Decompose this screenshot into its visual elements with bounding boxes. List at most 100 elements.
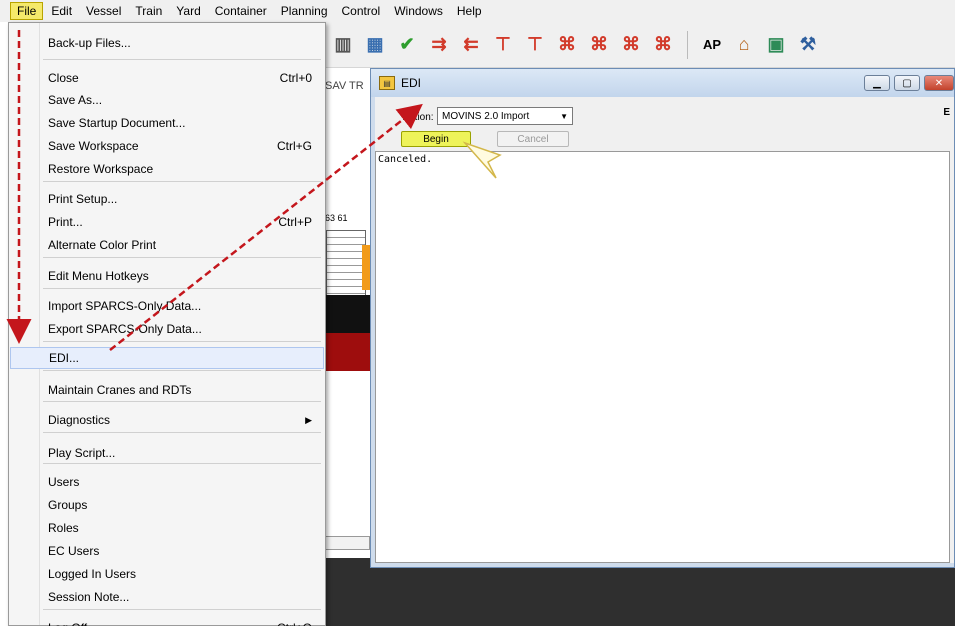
- menu-item-label: Close: [48, 71, 79, 85]
- crane-icon[interactable]: ⌘: [555, 33, 579, 57]
- menu-item-edi[interactable]: EDI...: [10, 347, 324, 369]
- menu-separator: [43, 463, 321, 464]
- menu-item-label: Maintain Cranes and RDTs: [48, 383, 192, 397]
- menu-yard[interactable]: Yard: [170, 3, 206, 19]
- table-icon[interactable]: ▦: [363, 33, 387, 57]
- menu-item-label: Restore Workspace: [48, 162, 154, 176]
- edi-body: Action: MOVINS 2.0 Import ▼ Begin Cancel…: [375, 97, 954, 563]
- action-select[interactable]: MOVINS 2.0 Import ▼: [437, 107, 573, 125]
- submenu-arrow-icon: ▶: [305, 414, 312, 425]
- menu-separator: [43, 257, 321, 258]
- menu-file[interactable]: File: [10, 2, 44, 20]
- menu-planning[interactable]: Planning: [275, 3, 334, 19]
- menu-item-shortcut: Ctrl+G: [276, 139, 312, 153]
- menu-separator: [43, 401, 321, 402]
- menu-item-save-workspace[interactable]: Save Workspace Ctrl+G: [10, 135, 324, 157]
- menu-separator: [43, 59, 321, 60]
- menu-separator: [43, 181, 321, 182]
- menu-item-maintain-cranes-and-rdts[interactable]: Maintain Cranes and RDTs: [10, 379, 324, 401]
- menu-item-label: Diagnostics: [48, 413, 111, 427]
- toolbar-separator: [687, 30, 688, 59]
- edi-window: ▤ EDI ▁ ▢ ✕ Action: MOVINS 2.0 Import ▼ …: [370, 68, 955, 568]
- vessel-hull: [326, 333, 370, 371]
- menu-item-save-as[interactable]: Save As...: [10, 89, 324, 111]
- cancel-button[interactable]: Cancel: [497, 131, 569, 147]
- action-label: Action:: [403, 112, 434, 123]
- menu-item-label: Save Startup Document...: [48, 116, 186, 130]
- menu-help[interactable]: Help: [451, 3, 488, 19]
- menu-windows[interactable]: Windows: [388, 3, 449, 19]
- menu-item-label: Back-up Files...: [48, 36, 131, 50]
- menu-item-users[interactable]: Users: [10, 471, 324, 493]
- workspace-background: [320, 558, 955, 626]
- menu-item-label: Alternate Color Print: [48, 238, 157, 252]
- menu-item-log-off[interactable]: Log Off... Ctrl+Q: [10, 617, 324, 626]
- crane-icon[interactable]: ⌘: [619, 33, 643, 57]
- menu-item-shortcut: Ctrl+P: [278, 215, 312, 229]
- menu-bar: File Edit Vessel Train Yard Container Pl…: [0, 0, 955, 22]
- menu-item-export-sparcs-only-data[interactable]: Export SPARCS-Only Data...: [10, 318, 324, 340]
- menu-item-close[interactable]: Close Ctrl+0: [10, 67, 324, 89]
- menu-item-edit-menu-hotkeys[interactable]: Edit Menu Hotkeys: [10, 265, 324, 287]
- menu-item-back-up-files[interactable]: Back-up Files...: [10, 32, 324, 54]
- box-icon[interactable]: ▣: [764, 33, 788, 57]
- menu-train[interactable]: Train: [129, 3, 168, 19]
- menu-edit[interactable]: Edit: [45, 3, 78, 19]
- menu-item-label: Play Script...: [48, 446, 116, 460]
- chevron-down-icon: ▼: [560, 111, 568, 121]
- check-icon[interactable]: ✔: [395, 33, 419, 57]
- crane-icon[interactable]: ⌘: [587, 33, 611, 57]
- maximize-button[interactable]: ▢: [894, 75, 920, 91]
- menu-item-print[interactable]: Print... Ctrl+P: [10, 211, 324, 233]
- menu-item-diagnostics[interactable]: Diagnostics ▶: [10, 409, 324, 431]
- menu-item-label: Groups: [48, 498, 88, 512]
- close-button[interactable]: ✕: [924, 75, 954, 91]
- menu-separator: [43, 432, 321, 433]
- corner-label: E: [943, 107, 950, 118]
- output-textarea[interactable]: Canceled.: [375, 151, 950, 563]
- menu-separator: [43, 609, 321, 610]
- ap-button[interactable]: AP: [700, 33, 724, 57]
- output-text: Canceled.: [378, 154, 433, 165]
- background-numbers: 63 61: [325, 213, 348, 223]
- menu-item-ec-users[interactable]: EC Users: [10, 540, 324, 562]
- pin-icon[interactable]: ⊤: [491, 33, 515, 57]
- move-right-icon[interactable]: ⇉: [427, 33, 451, 57]
- menu-item-alternate-color-print[interactable]: Alternate Color Print: [10, 234, 324, 256]
- menu-control[interactable]: Control: [336, 3, 387, 19]
- menu-item-logged-in-users[interactable]: Logged In Users: [10, 563, 324, 585]
- menu-item-save-startup-document[interactable]: Save Startup Document...: [10, 112, 324, 134]
- menu-separator: [43, 288, 321, 289]
- menu-item-label: Edit Menu Hotkeys: [48, 269, 149, 283]
- background-tab[interactable]: SAV TR: [325, 80, 364, 92]
- menu-item-roles[interactable]: Roles: [10, 517, 324, 539]
- move-left-icon[interactable]: ⇇: [459, 33, 483, 57]
- toolbar: ▥ ▦ ✔ ⇉ ⇇ ⊤ ⊤ ⌘ ⌘ ⌘ ⌘ AP ⌂ ▣ ⚒: [325, 22, 955, 68]
- menu-item-import-sparcs-only-data[interactable]: Import SPARCS-Only Data...: [10, 295, 324, 317]
- menu-item-label: Import SPARCS-Only Data...: [48, 299, 202, 313]
- edi-window-icon: ▤: [379, 76, 395, 90]
- house-icon[interactable]: ⌂: [732, 33, 756, 57]
- begin-button[interactable]: Begin: [401, 131, 471, 147]
- edi-titlebar[interactable]: ▤ EDI ▁ ▢ ✕: [371, 69, 954, 97]
- crane-icon[interactable]: ⌘: [651, 33, 675, 57]
- menu-item-restore-workspace[interactable]: Restore Workspace: [10, 158, 324, 180]
- grid-icon[interactable]: ▥: [331, 33, 355, 57]
- background-scrollbar[interactable]: [322, 536, 370, 550]
- menu-item-label: Save Workspace: [48, 139, 139, 153]
- edi-window-title: EDI: [401, 76, 422, 90]
- minimize-button[interactable]: ▁: [864, 75, 890, 91]
- pin-icon[interactable]: ⊤: [523, 33, 547, 57]
- menu-vessel[interactable]: Vessel: [80, 3, 127, 19]
- menu-item-label: Print Setup...: [48, 192, 118, 206]
- menu-item-session-note[interactable]: Session Note...: [10, 586, 324, 608]
- menu-item-print-setup[interactable]: Print Setup...: [10, 188, 324, 210]
- menu-item-label: Session Note...: [48, 590, 130, 604]
- menu-item-play-script[interactable]: Play Script...: [10, 442, 324, 464]
- wrench-icon[interactable]: ⚒: [796, 33, 820, 57]
- menu-item-shortcut: Ctrl+Q: [277, 621, 312, 626]
- menu-item-label: Logged In Users: [48, 567, 137, 581]
- menu-item-groups[interactable]: Groups: [10, 494, 324, 516]
- menu-container[interactable]: Container: [209, 3, 273, 19]
- bay-highlight: [362, 245, 370, 290]
